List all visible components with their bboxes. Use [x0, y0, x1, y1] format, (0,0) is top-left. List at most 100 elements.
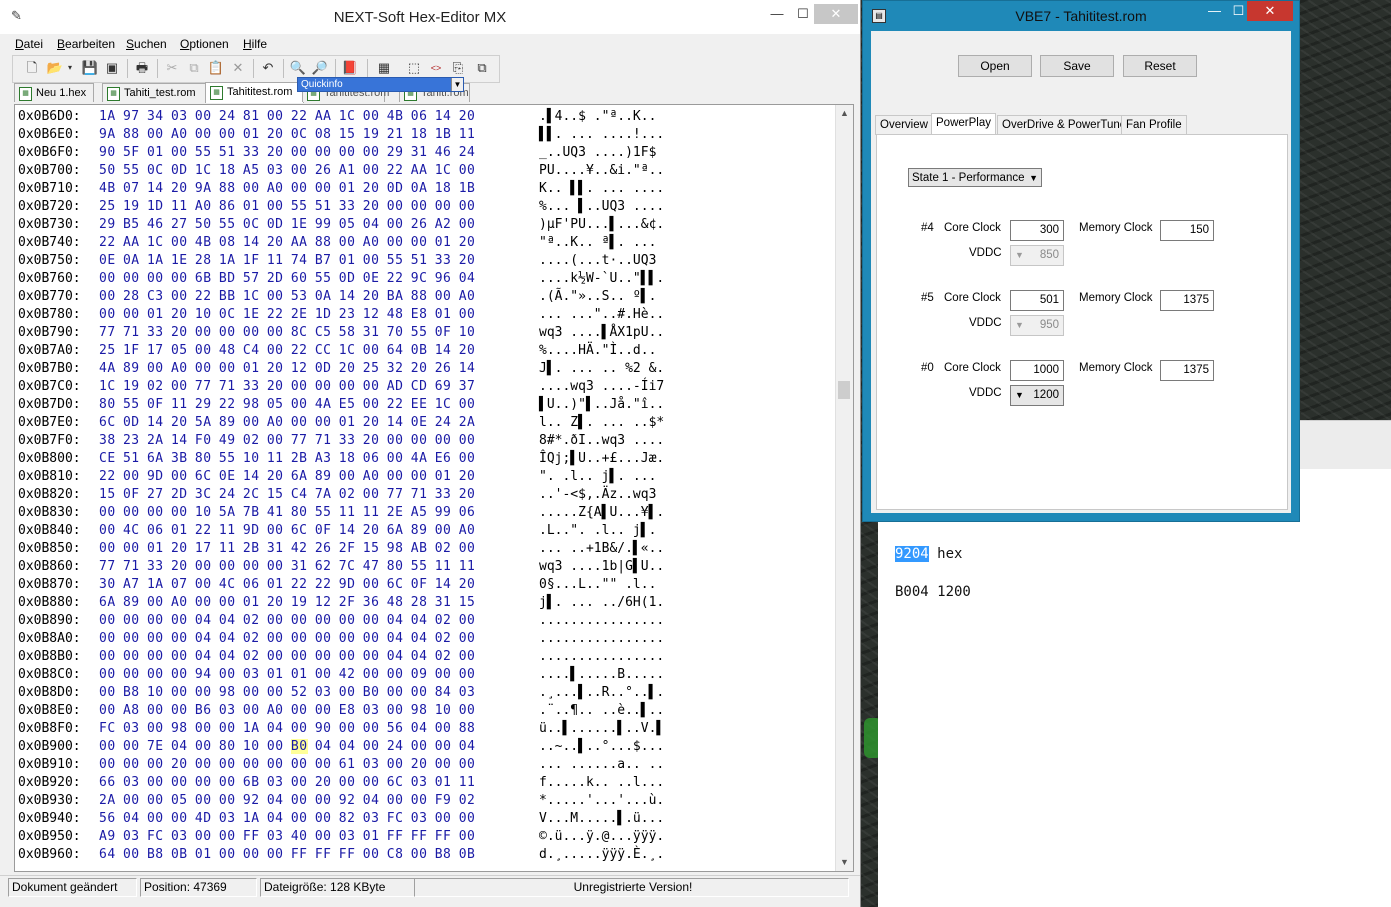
hex-bytes[interactable]: 22 AA 1C 00 4B 08 14 20 AA 88 00 A0 00 0… — [99, 234, 475, 252]
hex-bytes[interactable]: 00 00 00 00 10 5A 7B 41 80 55 11 11 2E A… — [99, 504, 475, 522]
selected-text[interactable]: 9204 — [895, 546, 929, 562]
find-next-icon[interactable]: 🔎 — [311, 59, 329, 77]
hex-bytes[interactable]: 50 55 0C 0D 1C 18 A5 03 00 26 A1 00 22 A… — [99, 162, 475, 180]
hex-view[interactable]: 0x0B6D0: 1A 97 34 03 00 24 81 00 22 AA 1C… — [14, 104, 854, 872]
reset-button[interactable]: Reset — [1123, 55, 1197, 77]
hex-bytes[interactable]: 00 00 00 00 94 00 03 01 01 00 42 00 00 0… — [99, 666, 475, 684]
cut-icon[interactable]: ✂ — [163, 59, 181, 77]
save-icon[interactable]: 💾 — [81, 59, 99, 77]
undo-icon[interactable]: ↶ — [259, 59, 277, 77]
hex-bytes[interactable]: 6C 0D 14 20 5A 89 00 A0 00 00 01 20 14 0… — [99, 414, 475, 432]
hex-ascii[interactable]: ....k½W-`U.."▌▌. — [539, 270, 664, 288]
hex-ascii[interactable]: 0§...L.."" .l.. — [539, 576, 664, 594]
paste-icon[interactable]: 📋 — [207, 59, 225, 77]
vbe-titlebar[interactable]: ▤ VBE7 - Tahititest.rom — ☐ ✕ — [863, 1, 1299, 29]
hex-bytes[interactable]: 9A 88 00 A0 00 00 01 20 0C 08 15 19 21 1… — [99, 126, 475, 144]
file-tab[interactable]: ▦ Tahiti_test.rom — [102, 83, 221, 102]
hex-bytes[interactable]: 0E 0A 1A 1E 28 1A 1F 11 74 B7 01 00 55 5… — [99, 252, 475, 270]
hex-bytes[interactable]: CE 51 6A 3B 80 55 10 11 2B A3 18 06 00 4… — [99, 450, 475, 468]
scroll-up-icon[interactable]: ▲ — [836, 105, 853, 122]
menu-bearbeiten[interactable]: Bearbeiten — [57, 37, 115, 51]
copy-file-icon[interactable]: ⧉ — [473, 59, 491, 77]
hex-byte[interactable]: 24 — [387, 739, 411, 754]
file-tab-active[interactable]: ▦ Tahititest.rom — [205, 82, 304, 103]
hex-byte[interactable]: 00 — [195, 739, 219, 754]
vddc-select[interactable]: ▼ 1200 — [1010, 385, 1064, 406]
tab-powerplay[interactable]: PowerPlay — [931, 113, 996, 136]
hex-byte[interactable]: 04 — [459, 739, 476, 754]
editor-line-2[interactable]: B004 1200 — [895, 584, 971, 600]
hex-ascii[interactable]: ... ..+1B&/.▌«.. — [539, 540, 664, 558]
delete-icon[interactable]: ✕ — [229, 59, 247, 77]
hex-byte[interactable]: 00 — [435, 739, 459, 754]
hex-ascii[interactable]: ....▌.....B..... — [539, 666, 664, 684]
hex-ascii[interactable]: %....HÄ."Ì..d.. — [539, 342, 664, 360]
find-icon[interactable]: 🔍 — [289, 59, 307, 77]
vbe-minimize-button[interactable]: — — [1201, 1, 1228, 21]
menu-suchen[interactable]: Suchen — [126, 37, 167, 51]
hex-ascii[interactable]: ....wq3 ....-Íi7 — [539, 378, 664, 396]
hex-byte[interactable]: 04 — [171, 739, 195, 754]
tab-fan-profile[interactable]: Fan Profile — [1121, 115, 1187, 135]
vertical-scrollbar[interactable]: ▲ ▼ — [835, 105, 853, 871]
hex-bytes[interactable]: 00 A8 00 00 B6 03 00 A0 00 00 E8 03 00 9… — [99, 702, 475, 720]
hex-bytes[interactable]: 00 00 00 20 00 00 00 00 00 00 61 03 00 2… — [99, 756, 475, 774]
core-clock-input[interactable]: 1000 — [1010, 360, 1064, 381]
hex-ascii[interactable]: .....Z{A▌U...¥▌. — [539, 504, 664, 522]
hex-bytes[interactable]: 66 03 00 00 00 00 6B 03 00 20 00 00 6C 0… — [99, 774, 475, 792]
hex-bytes[interactable]: 00 28 C3 00 22 BB 1C 00 53 0A 14 20 BA 8… — [99, 288, 475, 306]
hex-bytes[interactable]: 4B 07 14 20 9A 88 00 A0 00 00 01 20 0D 0… — [99, 180, 475, 198]
highlighted-byte[interactable]: B0 — [290, 739, 308, 754]
hex-bytes[interactable]: 1C 19 02 00 77 71 33 20 00 00 00 00 AD C… — [99, 378, 475, 396]
tab-overview[interactable]: Overview — [875, 115, 933, 135]
hex-ascii[interactable]: ÎQj;▌U..+£...Jæ. — [539, 450, 664, 468]
tab-overdrive-powertune[interactable]: OverDrive & PowerTune — [997, 115, 1132, 135]
menu-datei[interactable]: Datei — [15, 37, 43, 51]
copy-icon[interactable]: ⧉ — [185, 59, 203, 77]
memory-clock-input[interactable]: 1375 — [1160, 290, 1214, 311]
hex-ascii[interactable]: %... ▌..UQ3 .... — [539, 198, 664, 216]
hex-byte[interactable]: 7E — [147, 739, 171, 754]
hex-bytes[interactable]: 00 00 01 20 17 11 2B 31 42 26 2F 15 98 A… — [99, 540, 475, 558]
hex-byte[interactable]: 04 — [339, 739, 363, 754]
maximize-button[interactable]: ☐ — [790, 4, 816, 24]
quickinfo-dropdown[interactable]: Quickinfo ▼ — [297, 77, 464, 92]
hex-ascii[interactable]: l.. Z▌. ... ..$* — [539, 414, 664, 432]
hex-ascii[interactable]: ..'-<$,.Äz..wq3 — [539, 486, 664, 504]
hex-bytes[interactable]: 00 B8 10 00 00 98 00 00 52 03 00 B0 00 0… — [99, 684, 475, 702]
hex-byte[interactable]: 00 — [411, 739, 435, 754]
bookmark-book-icon[interactable]: 📕 — [341, 59, 359, 77]
hex-ascii[interactable]: .▌4..$ ."ª..K.. — [539, 108, 656, 126]
hex-bytes[interactable]: 00 00 00 00 6B BD 57 2D 60 55 0D 0E 22 9… — [99, 270, 475, 288]
hex-ascii[interactable]: ▌U..)"▌..Jå."î.. — [539, 396, 664, 414]
hex-ascii[interactable]: ". .l.. j▌. ... — [539, 468, 664, 486]
hex-bytes[interactable]: 00 00 00 00 04 04 02 00 00 00 00 00 04 0… — [99, 630, 475, 648]
menu-optionen[interactable]: Optionen — [180, 37, 229, 51]
hex-ascii[interactable]: *.....'...'...ù. — [539, 792, 664, 810]
hex-ascii[interactable]: ....(...t·..UQ3 — [539, 252, 664, 270]
hex-ascii[interactable]: ................ — [539, 612, 664, 630]
hex-titlebar[interactable]: ✎ NEXT-Soft Hex-Editor MX — ☐ ✕ — [0, 0, 860, 34]
scroll-thumb[interactable] — [838, 381, 850, 399]
hex-ascii[interactable]: ................ — [539, 630, 664, 648]
calculator-icon[interactable]: ▦ — [375, 59, 393, 77]
hex-bytes[interactable]: 29 B5 46 27 50 55 0C 0D 1E 99 05 04 00 2… — [99, 216, 475, 234]
hex-byte[interactable]: 00 — [363, 739, 387, 754]
save-all-icon[interactable]: ▣ — [103, 59, 121, 77]
hex-ascii[interactable]: ©.ü...ÿ.@...ÿÿÿ. — [539, 828, 664, 846]
hex-byte[interactable]: 10 — [243, 739, 267, 754]
hex-ascii[interactable]: wq3 ....▌ÅX1pU.. — [539, 324, 664, 342]
hex-bytes[interactable]: 56 04 00 00 4D 03 1A 04 00 00 82 03 FC 0… — [99, 810, 475, 828]
hex-ascii[interactable]: wq3 ....1b|G▌U.. — [539, 558, 664, 576]
hex-bytes[interactable]: 64 00 B8 0B 01 00 00 00 FF FF FF 00 C8 0… — [99, 846, 475, 864]
hex-bytes[interactable]: 38 23 2A 14 F0 49 02 00 77 71 33 20 00 0… — [99, 432, 475, 450]
hex-ascii[interactable]: f.....k.. ..l... — [539, 774, 664, 792]
hex-bytes[interactable]: 77 71 33 20 00 00 00 00 31 62 7C 47 80 5… — [99, 558, 475, 576]
hex-ascii[interactable]: ▌▌. ... ....!... — [539, 126, 664, 144]
open-folder-icon[interactable]: 📂 — [46, 59, 64, 77]
hex-bytes[interactable]: 1A 97 34 03 00 24 81 00 22 AA 1C 00 4B 0… — [99, 108, 475, 126]
hex-ascii[interactable]: ................ — [539, 648, 664, 666]
hex-bytes[interactable]: 22 00 9D 00 6C 0E 14 20 6A 89 00 A0 00 0… — [99, 468, 475, 486]
compare-abc-icon[interactable]: <> — [427, 59, 445, 77]
file-tab[interactable]: ▦ Neu 1.hex — [14, 83, 94, 102]
